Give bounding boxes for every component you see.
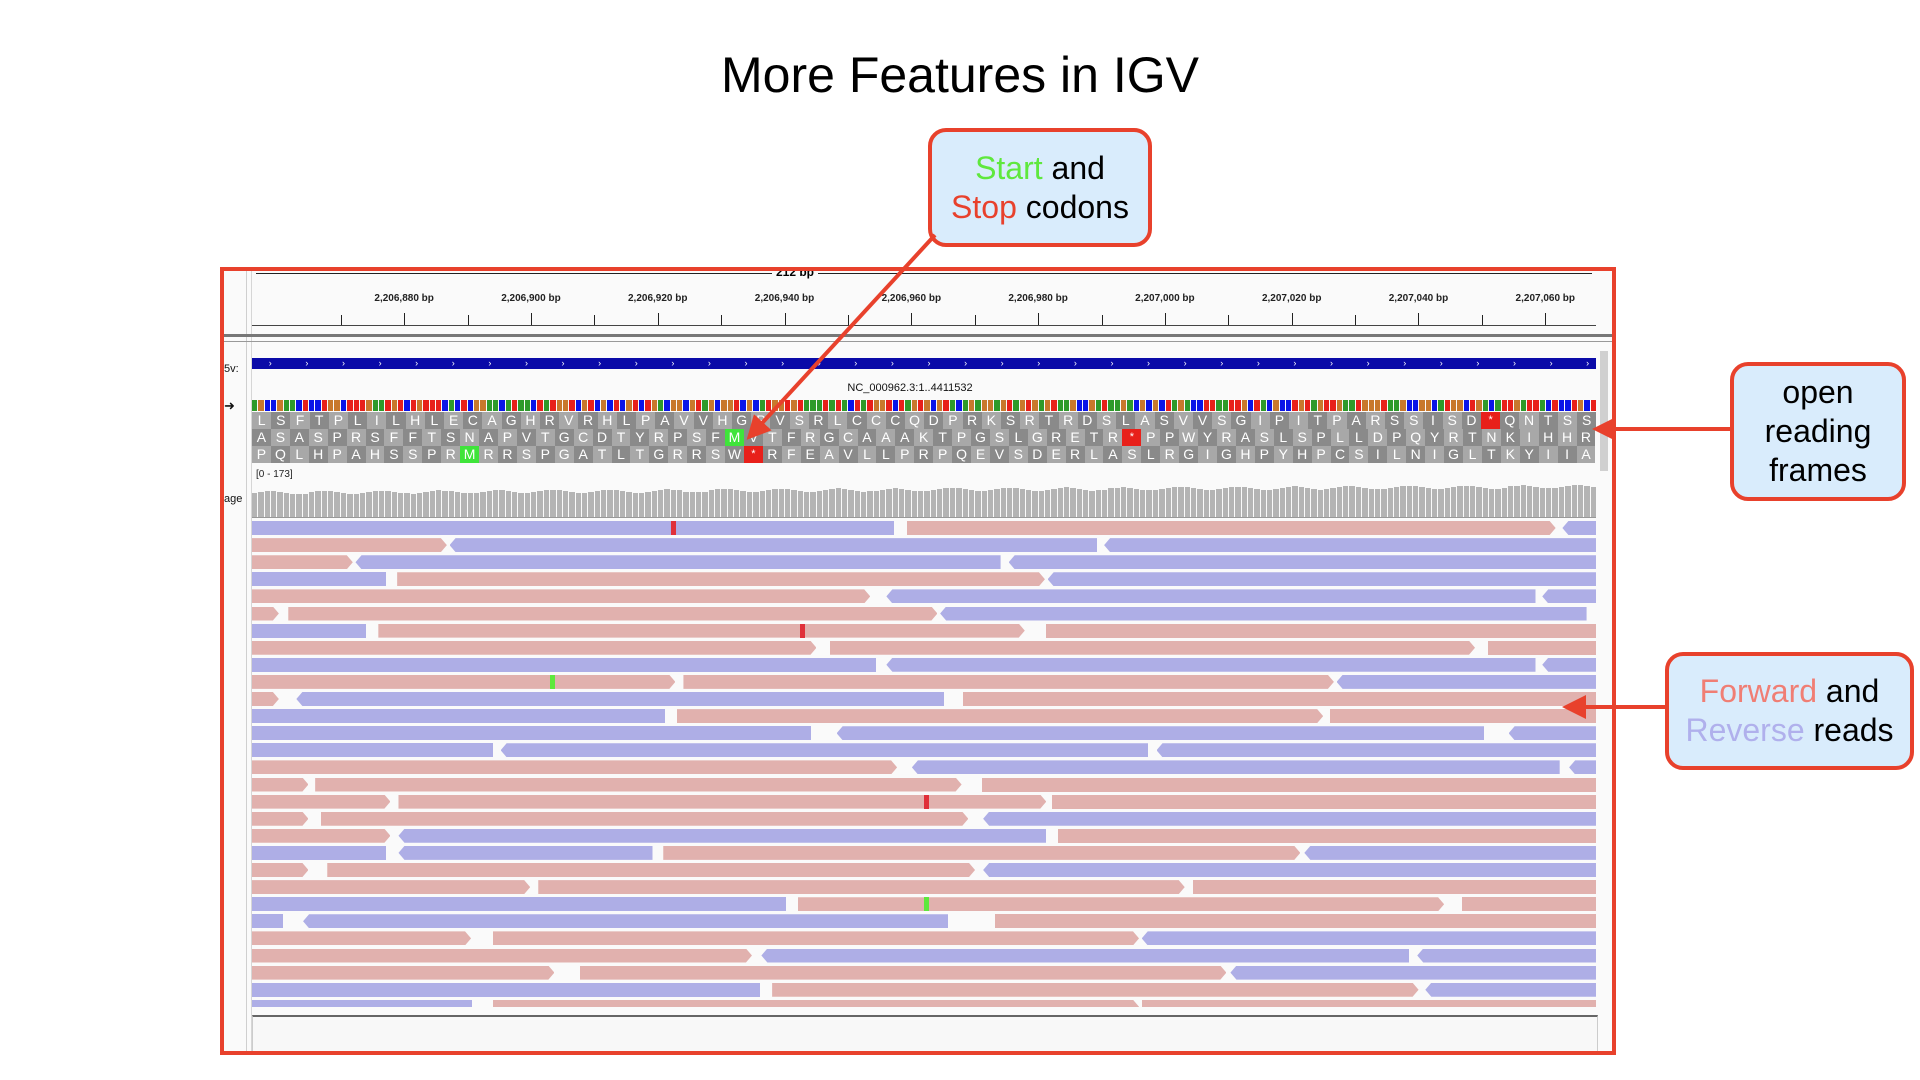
start-text: Start bbox=[975, 149, 1043, 186]
reverse-text: Reverse bbox=[1685, 712, 1805, 748]
and-text: and bbox=[1817, 673, 1880, 709]
callout-orf: open reading frames bbox=[1730, 362, 1906, 501]
callout-start-stop: Start and Stop codons bbox=[928, 128, 1152, 247]
stop-text: Stop bbox=[951, 188, 1017, 225]
orf-line1: open bbox=[1782, 374, 1854, 410]
slide-title: More Features in IGV bbox=[721, 47, 1199, 103]
codons-text: codons bbox=[1016, 188, 1129, 225]
forward-text: Forward bbox=[1699, 673, 1818, 709]
reads-text: reads bbox=[1804, 712, 1894, 748]
orf-line2: reading bbox=[1764, 413, 1872, 449]
callout-reads: Forward and Reverse reads bbox=[1665, 652, 1914, 770]
highlight-frame bbox=[220, 267, 1616, 1055]
orf-line3: frames bbox=[1769, 452, 1867, 488]
and-text: and bbox=[1042, 149, 1105, 186]
